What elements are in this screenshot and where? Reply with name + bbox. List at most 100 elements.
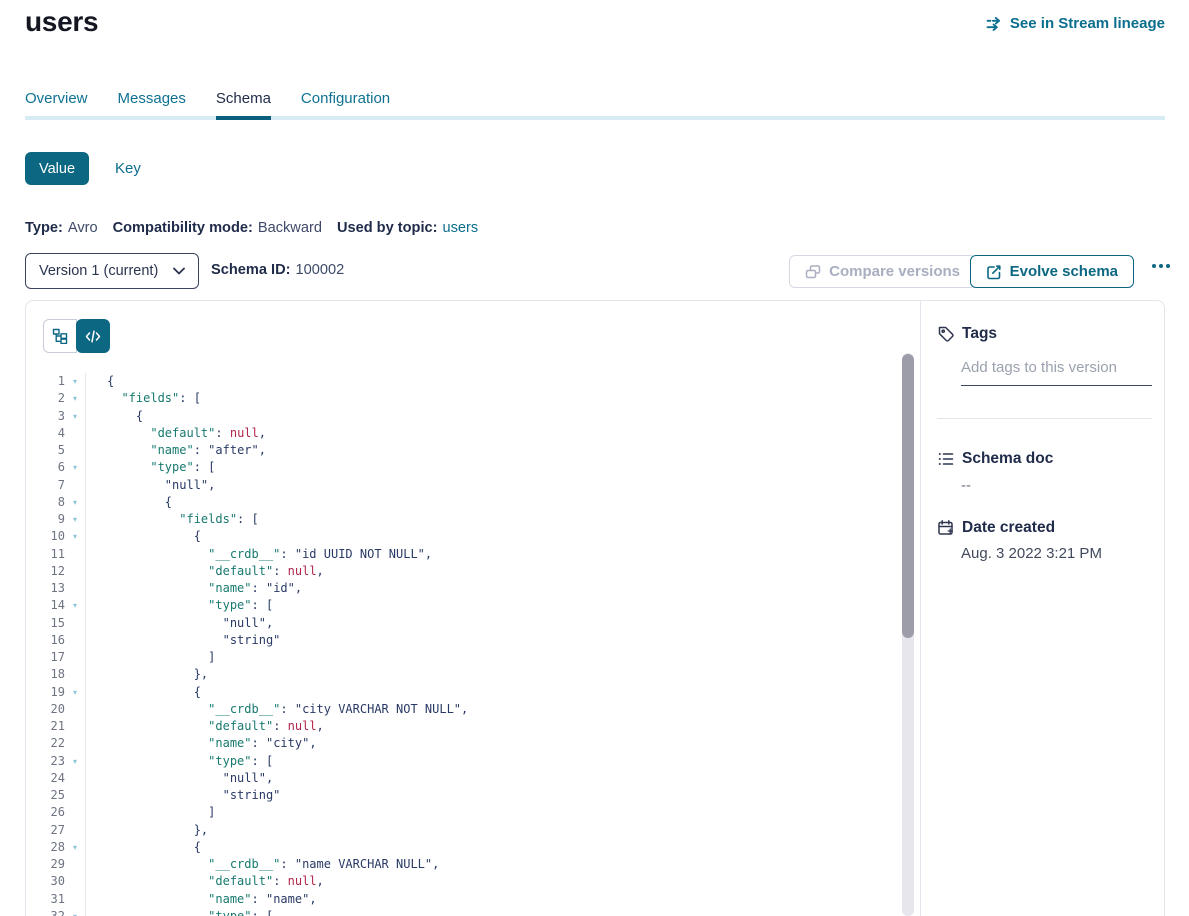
fold-toggle-icon[interactable]: ▾ xyxy=(65,528,86,545)
code-text: "fields": [ xyxy=(86,511,259,528)
code-line: 7 "null", xyxy=(27,477,920,494)
line-number: 13 xyxy=(27,580,65,597)
tab-schema[interactable]: Schema xyxy=(216,90,271,107)
fold-spacer xyxy=(65,891,86,908)
line-number: 21 xyxy=(27,718,65,735)
code-line: 10▾ { xyxy=(27,528,920,545)
schema-id-value: 100002 xyxy=(295,262,344,278)
line-number: 27 xyxy=(27,822,65,839)
fold-toggle-icon[interactable]: ▾ xyxy=(65,459,86,476)
line-number: 19 xyxy=(27,684,65,701)
active-tab-underline xyxy=(216,116,271,120)
code-line: 9▾ "fields": [ xyxy=(27,511,920,528)
tabs: Overview Messages Schema Configuration xyxy=(25,90,1165,107)
fold-toggle-icon[interactable]: ▾ xyxy=(65,408,86,425)
compare-icon xyxy=(805,264,821,280)
date-created-value: Aug. 3 2022 3:21 PM xyxy=(961,545,1152,562)
code-line: 5 "name": "after", xyxy=(27,442,920,459)
fold-toggle-icon[interactable]: ▾ xyxy=(65,753,86,770)
tab-messages[interactable]: Messages xyxy=(118,90,186,107)
code-line: 29 "__crdb__": "name VARCHAR NULL", xyxy=(27,856,920,873)
code-line: 28▾ { xyxy=(27,839,920,856)
editor-scrollbar-thumb[interactable] xyxy=(902,354,914,638)
fold-toggle-icon[interactable]: ▾ xyxy=(65,511,86,528)
page-title: users xyxy=(25,6,98,38)
view-toggle xyxy=(43,319,110,353)
line-number: 30 xyxy=(27,873,65,890)
code-line: 25 "string" xyxy=(27,787,920,804)
tab-configuration[interactable]: Configuration xyxy=(301,90,390,107)
fold-toggle-icon[interactable]: ▾ xyxy=(65,373,86,390)
code-line: 30 "default": null, xyxy=(27,873,920,890)
line-number: 29 xyxy=(27,856,65,873)
code-text: "null", xyxy=(86,770,273,787)
line-number: 12 xyxy=(27,563,65,580)
value-tab-button[interactable]: Value xyxy=(25,152,89,185)
fold-toggle-icon[interactable]: ▾ xyxy=(65,390,86,407)
fold-spacer xyxy=(65,563,86,580)
more-options-button[interactable] xyxy=(1152,264,1170,268)
fold-toggle-icon[interactable]: ▾ xyxy=(65,684,86,701)
tree-view-button[interactable] xyxy=(43,319,77,353)
code-text: "__crdb__": "city VARCHAR NOT NULL", xyxy=(86,701,468,718)
code-text: "type": [ xyxy=(86,597,273,614)
used-by-topic-label: Used by topic: xyxy=(337,220,438,236)
code-lines: 1▾{2▾ "fields": [3▾ {4 "default": null,5… xyxy=(27,373,920,916)
fold-spacer xyxy=(65,770,86,787)
code-text: }, xyxy=(86,666,208,683)
fold-spacer xyxy=(65,615,86,632)
tags-input[interactable] xyxy=(961,359,1152,386)
fold-spacer xyxy=(65,804,86,821)
tab-underline-track xyxy=(25,116,1165,120)
evolve-schema-button[interactable]: Evolve schema xyxy=(970,255,1134,288)
line-number: 24 xyxy=(27,770,65,787)
tree-view-icon xyxy=(52,328,68,344)
line-number: 22 xyxy=(27,735,65,752)
fold-spacer xyxy=(65,442,86,459)
code-line: 23▾ "type": [ xyxy=(27,753,920,770)
schema-panel: 1▾{2▾ "fields": [3▾ {4 "default": null,5… xyxy=(25,300,1165,916)
key-tab-button[interactable]: Key xyxy=(115,160,141,177)
schema-doc-heading-row: Schema doc xyxy=(937,450,1152,468)
code-text: "default": null, xyxy=(86,718,324,735)
editor-scrollbar-track[interactable] xyxy=(902,353,914,916)
code-line: 15 "null", xyxy=(27,615,920,632)
code-text: "name": "id", xyxy=(86,580,302,597)
type-label: Type: xyxy=(25,220,63,236)
code-line: 14▾ "type": [ xyxy=(27,597,920,614)
code-line: 21 "default": null, xyxy=(27,718,920,735)
tab-overview[interactable]: Overview xyxy=(25,90,88,107)
code-line: 1▾{ xyxy=(27,373,920,390)
code-line: 20 "__crdb__": "city VARCHAR NOT NULL", xyxy=(27,701,920,718)
code-text: { xyxy=(86,839,201,856)
code-text: "name": "after", xyxy=(86,442,266,459)
line-number: 15 xyxy=(27,615,65,632)
code-text: { xyxy=(86,494,172,511)
fold-spacer xyxy=(65,735,86,752)
code-view-button[interactable] xyxy=(76,319,110,353)
value-key-toggle: Value Key xyxy=(25,152,141,185)
code-line: 31 "name": "name", xyxy=(27,891,920,908)
version-select[interactable]: Version 1 (current) xyxy=(25,253,199,289)
code-text: ] xyxy=(86,649,215,666)
code-line: 22 "name": "city", xyxy=(27,735,920,752)
stream-lineage-link[interactable]: See in Stream lineage xyxy=(986,15,1165,32)
code-line: 4 "default": null, xyxy=(27,425,920,442)
fold-spacer xyxy=(65,632,86,649)
code-text: "name": "name", xyxy=(86,891,317,908)
fold-toggle-icon[interactable]: ▾ xyxy=(65,597,86,614)
compare-versions-button[interactable]: Compare versions xyxy=(789,255,976,288)
fold-spacer xyxy=(65,477,86,494)
topic-link[interactable]: users xyxy=(442,220,478,236)
schema-doc-heading: Schema doc xyxy=(962,450,1053,468)
fold-toggle-icon[interactable]: ▾ xyxy=(65,839,86,856)
tags-heading-row: Tags xyxy=(937,325,1152,343)
fold-toggle-icon[interactable]: ▾ xyxy=(65,494,86,511)
stream-lineage-label: See in Stream lineage xyxy=(1010,15,1165,32)
line-number: 5 xyxy=(27,442,65,459)
schema-doc-section: Schema doc -- xyxy=(937,450,1152,494)
fold-toggle-icon[interactable]: ▾ xyxy=(65,908,86,916)
fold-spacer xyxy=(65,425,86,442)
code-text: "type": [ xyxy=(86,908,273,916)
line-number: 2 xyxy=(27,390,65,407)
